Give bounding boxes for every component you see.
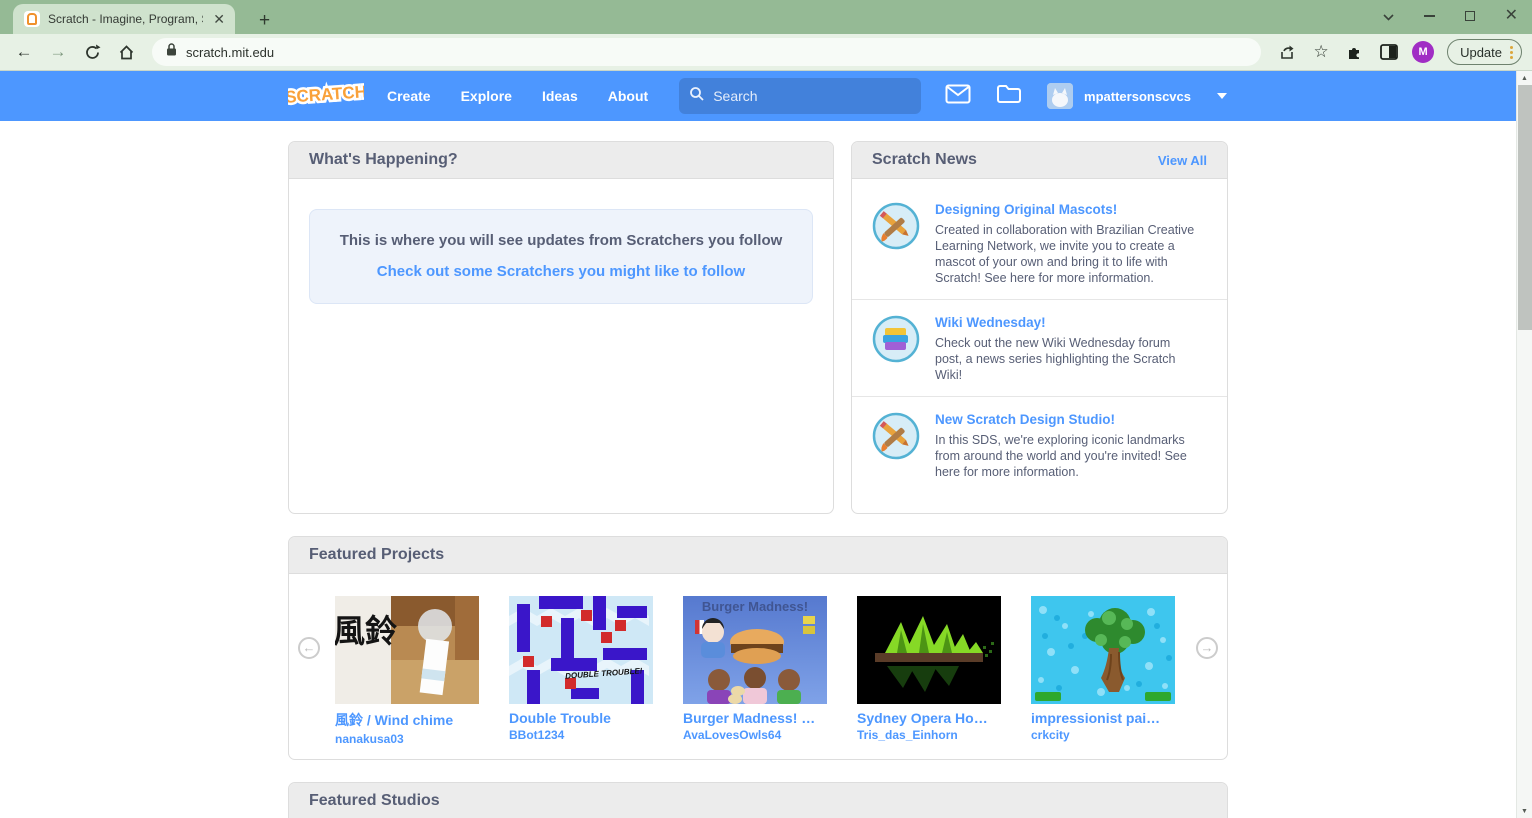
news-item-body: Created in collaboration with Brazilian … xyxy=(935,223,1195,285)
project-thumbnail-double-trouble[interactable]: DOUBLE TROUBLE! xyxy=(509,596,653,704)
project-thumbnail-impressionist-painting[interactable] xyxy=(1031,596,1175,704)
project-card[interactable]: Burger Madness! Burger Madness! … AvaLov… xyxy=(683,596,827,746)
project-thumbnail-wind-chime[interactable]: 風鈴 xyxy=(335,596,479,704)
svg-text:SCRATCH: SCRATCH xyxy=(288,82,364,107)
project-thumbnail-burger-madness[interactable]: Burger Madness! xyxy=(683,596,827,704)
lock-icon[interactable] xyxy=(166,43,177,61)
user-avatar[interactable] xyxy=(1047,83,1074,109)
window-menu-chevron-icon[interactable] xyxy=(1383,10,1394,23)
project-title[interactable]: Double Trouble xyxy=(509,710,653,726)
project-author[interactable]: AvaLovesOwls64 xyxy=(683,728,827,742)
scratch-news-section: Scratch News View All Designing Original… xyxy=(851,141,1228,514)
bookmark-star-icon[interactable]: ☆ xyxy=(1307,38,1335,66)
carousel-left-arrow[interactable]: ← xyxy=(298,637,320,659)
username-label[interactable]: mpattersonscvcs xyxy=(1084,89,1191,104)
svg-text:風鈴: 風鈴 xyxy=(335,613,398,649)
scrollbar-thumb[interactable] xyxy=(1518,85,1532,330)
project-author[interactable]: BBot1234 xyxy=(509,728,653,742)
search-box[interactable] xyxy=(679,78,922,114)
news-item[interactable]: New Scratch Design Studio! In this SDS, … xyxy=(852,396,1227,493)
minimize-button[interactable] xyxy=(1423,15,1435,17)
scratch-navbar: SCRATCH Create Explore Ideas About Searc… xyxy=(0,71,1516,121)
view-all-link[interactable]: View All xyxy=(1158,153,1207,168)
page-scrollbar[interactable]: ▲ ▼ xyxy=(1516,71,1532,818)
follow-info-message: This is where you will see updates from … xyxy=(339,232,783,249)
project-card[interactable]: Sydney Opera Ho… Tris_das_Einhorn xyxy=(857,596,1001,746)
page-viewport: SCRATCH Create Explore Ideas About Searc… xyxy=(0,71,1532,818)
project-title[interactable]: 風鈴 / Wind chime xyxy=(335,710,479,730)
featured-studios-section: Featured Studios xyxy=(288,782,1228,818)
whats-happening-title: What's Happening? xyxy=(309,151,458,168)
close-window-button[interactable]: ✕ xyxy=(1505,8,1518,24)
svg-text:Burger Madness!: Burger Madness! xyxy=(702,599,808,614)
news-item-body: Check out the new Wiki Wednesday forum p… xyxy=(935,336,1176,382)
project-card[interactable]: DOUBLE TROUBLE! Double Trouble BBot1234 xyxy=(509,596,653,746)
scroll-up-arrow-icon[interactable]: ▲ xyxy=(1517,71,1532,85)
tab-title: Scratch - Imagine, Program, Shar xyxy=(48,12,203,26)
featured-projects-section: Featured Projects 風鈴 風鈴 / Wind chime nan… xyxy=(288,536,1228,760)
follow-info-box: This is where you will see updates from … xyxy=(309,209,813,304)
nav-link-explore[interactable]: Explore xyxy=(461,88,512,104)
scratch-news-title: Scratch News xyxy=(872,151,977,168)
news-item-title[interactable]: New Scratch Design Studio! xyxy=(935,412,1199,427)
browser-toolbar: ← → scratch.mit.edu ☆ M Update xyxy=(0,34,1532,71)
url-bar[interactable]: scratch.mit.edu xyxy=(152,38,1262,66)
news-item[interactable]: Designing Original Mascots! Created in c… xyxy=(852,179,1227,299)
project-author[interactable]: nanakusa03 xyxy=(335,732,479,746)
nav-link-create[interactable]: Create xyxy=(387,88,431,104)
project-title[interactable]: Sydney Opera Ho… xyxy=(857,710,1001,726)
scratch-favicon xyxy=(24,11,40,27)
my-stuff-folder-icon[interactable] xyxy=(996,84,1022,109)
maximize-button[interactable] xyxy=(1464,11,1475,21)
update-button[interactable]: Update xyxy=(1447,39,1522,65)
browser-profile-avatar[interactable]: M xyxy=(1412,41,1435,63)
tab-close-icon[interactable]: ✕ xyxy=(211,12,227,26)
featured-projects-title: Featured Projects xyxy=(309,546,445,563)
url-text: scratch.mit.edu xyxy=(186,44,275,60)
side-panel-icon[interactable] xyxy=(1375,38,1403,66)
tab-strip: Scratch - Imagine, Program, Shar ✕ + ✕ xyxy=(0,0,1532,34)
follow-suggestion-link[interactable]: Check out some Scratchers you might like… xyxy=(377,263,745,280)
project-title[interactable]: Burger Madness! … xyxy=(683,710,827,726)
project-author[interactable]: crkcity xyxy=(1031,728,1175,742)
share-icon[interactable] xyxy=(1273,38,1301,66)
nav-link-about[interactable]: About xyxy=(608,88,648,104)
forward-button[interactable]: → xyxy=(44,38,72,66)
scratch-logo[interactable]: SCRATCH xyxy=(282,76,370,117)
browser-tab[interactable]: Scratch - Imagine, Program, Shar ✕ xyxy=(13,4,235,34)
news-item-title[interactable]: Designing Original Mascots! xyxy=(935,202,1199,217)
kebab-menu-icon[interactable] xyxy=(1510,45,1513,59)
search-icon xyxy=(689,86,705,107)
whats-happening-section: What's Happening? This is where you will… xyxy=(288,141,834,514)
home-button[interactable] xyxy=(112,38,140,66)
back-button[interactable]: ← xyxy=(10,38,38,66)
scroll-down-arrow-icon[interactable]: ▼ xyxy=(1517,804,1532,818)
featured-studios-title: Featured Studios xyxy=(309,792,440,809)
project-author[interactable]: Tris_das_Einhorn xyxy=(857,728,1001,742)
account-chevron-down-icon[interactable] xyxy=(1216,87,1228,105)
project-title[interactable]: impressionist pai… xyxy=(1031,710,1175,726)
reload-button[interactable] xyxy=(78,38,106,66)
paintbrush-and-pencil-icon xyxy=(872,202,920,250)
messages-envelope-icon[interactable] xyxy=(945,84,971,109)
project-card[interactable]: 風鈴 風鈴 / Wind chime nanakusa03 xyxy=(335,596,479,746)
scratch-blocks-icon xyxy=(872,315,920,363)
project-thumbnail-sydney-opera-house[interactable] xyxy=(857,596,1001,704)
carousel-right-arrow[interactable]: → xyxy=(1196,637,1218,659)
news-item[interactable]: Wiki Wednesday! Check out the new Wiki W… xyxy=(852,299,1227,396)
browser-chrome: Scratch - Imagine, Program, Shar ✕ + ✕ ←… xyxy=(0,0,1532,71)
new-tab-button[interactable]: + xyxy=(259,11,270,30)
nav-link-ideas[interactable]: Ideas xyxy=(542,88,578,104)
paintbrush-and-pencil-icon xyxy=(872,412,920,460)
news-item-body: In this SDS, we're exploring iconic land… xyxy=(935,433,1187,479)
extensions-puzzle-icon[interactable] xyxy=(1341,38,1369,66)
news-item-title[interactable]: Wiki Wednesday! xyxy=(935,315,1199,330)
search-input[interactable] xyxy=(713,88,884,104)
project-card[interactable]: impressionist pai… crkcity xyxy=(1031,596,1175,746)
